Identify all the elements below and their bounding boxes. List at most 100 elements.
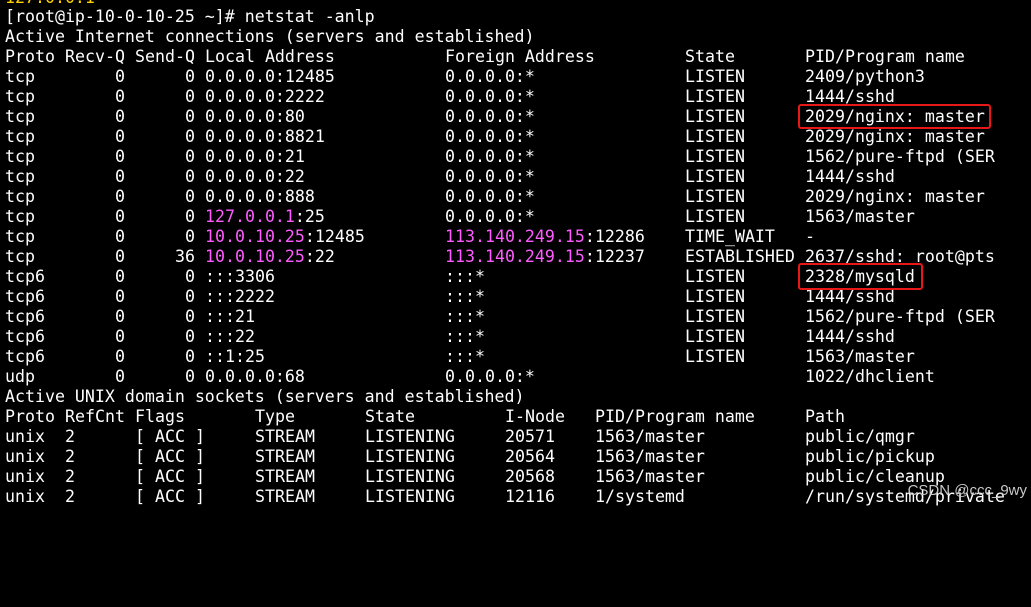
proto-cell: tcp [5, 207, 35, 226]
col-state-header: State [365, 407, 415, 426]
pid-program-cell: 1563/master [595, 467, 705, 486]
col-proto-header: Proto [5, 407, 55, 426]
refcnt-cell: 2 [65, 447, 75, 466]
table-row: tcp 0 0 0.0.0.0:888 0.0.0.0:* LISTEN 2029/ngin… [5, 187, 1025, 207]
address-port: :12237 [584, 247, 645, 266]
sendq-cell: 0 [185, 267, 195, 286]
proto-cell: tcp6 [5, 267, 45, 286]
address-port: ::1:25 [205, 347, 265, 366]
address-port: 0.0.0.0:* [445, 367, 535, 386]
proto-cell: unix [5, 427, 45, 446]
local-address-cell: 0.0.0.0:80 [205, 107, 305, 127]
foreign-address-cell: 0.0.0.0:* [445, 187, 535, 207]
local-address-cell: 127.0.0.1:25 [205, 207, 325, 227]
table-row: tcp 0 0 10.0.10.25:12485 113.140.249.15:1228… [5, 227, 1025, 247]
address-port: 0.0.0.0:* [445, 187, 535, 206]
local-address-cell: 0.0.0.0:21 [205, 147, 305, 167]
terminal-window[interactable]: 127.0.0.1 [root@ip-10-0-10-25 ~]# netsta… [0, 0, 1031, 506]
pid-program-cell: 1444/sshd [805, 327, 895, 346]
col-type-header: Type [255, 407, 295, 426]
foreign-address-cell: :::* [445, 287, 485, 307]
sendq-cell: 0 [185, 187, 195, 206]
refcnt-cell: 2 [65, 427, 75, 446]
local-address-cell: 0.0.0.0:2222 [205, 87, 325, 107]
local-address-cell: 10.0.10.25:12485 [205, 227, 365, 247]
pid-program-cell: 1563/master [805, 347, 915, 366]
proto-cell: unix [5, 447, 45, 466]
recvq-cell: 0 [115, 187, 125, 206]
recvq-cell: 0 [115, 227, 125, 246]
local-address-cell: :::2222 [205, 287, 275, 307]
state-cell: LISTEN [685, 127, 745, 146]
table-row: tcp6 0 0:::21:::* LISTEN 1562/pure-ftpd (SER [5, 307, 1025, 327]
address-port: 0.0.0.0:* [445, 207, 535, 226]
proto-cell: tcp6 [5, 327, 45, 346]
sendq-cell: 0 [185, 127, 195, 146]
pid-program-cell: 2029/nginx: master [805, 187, 985, 206]
pid-program-cell: 1563/master [805, 207, 915, 226]
inet-header-row: Proto Recv-Q Send-Q Local Address Foreig… [5, 47, 1025, 67]
state-cell: LISTEN [685, 107, 745, 126]
table-row: tcp6 0 0::1:25:::* LISTEN 1563/master [5, 347, 1025, 367]
recvq-cell: 0 [115, 327, 125, 346]
local-address-cell: 0.0.0.0:12485 [205, 67, 335, 87]
foreign-address-cell: 0.0.0.0:* [445, 67, 535, 87]
proto-cell: udp [5, 367, 35, 386]
pid-program-cell: 1022/dhclient [805, 367, 935, 386]
local-address-cell: 0.0.0.0:68 [205, 367, 305, 387]
proto-cell: tcp [5, 227, 35, 246]
inode-cell: 20571 [505, 427, 555, 446]
table-row: tcp 0 0 0.0.0.0:12485 0.0.0.0:* LISTEN 2409/py… [5, 67, 1025, 87]
foreign-address-cell: 113.140.249.15:12286 [445, 227, 645, 247]
local-address-cell: :::3306 [205, 267, 275, 287]
pid-program-cell: 1562/pure-ftpd (SER [805, 307, 995, 326]
table-row: tcp6 0 0:::2222:::* LISTEN 1444/sshd [5, 287, 1025, 307]
local-address-cell: 0.0.0.0:888 [205, 187, 315, 207]
address-port: 0.0.0.0:68 [205, 367, 305, 386]
address-port: 0.0.0.0:* [445, 147, 535, 166]
table-row: unix 2 [ ACC ] STREAM LISTENING 20568 1563/mas… [5, 467, 1025, 487]
recvq-cell: 0 [115, 247, 125, 266]
address-port: 0.0.0.0:12485 [205, 67, 335, 86]
proto-cell: tcp [5, 167, 35, 186]
proto-cell: tcp6 [5, 347, 45, 366]
table-row: tcp 0 0 0.0.0.0:21 0.0.0.0:* LISTEN 1562/pure-… [5, 147, 1025, 167]
sendq-cell: 0 [185, 67, 195, 86]
address-port: :::* [445, 307, 485, 326]
local-address-cell: :::21 [205, 307, 255, 327]
state-cell: LISTEN [685, 187, 745, 206]
state-cell: LISTEN [685, 87, 745, 106]
recvq-cell: 0 [115, 307, 125, 326]
address-port: :22 [304, 247, 335, 266]
foreign-address-cell: 0.0.0.0:* [445, 167, 535, 187]
sendq-cell: 36 [175, 247, 195, 266]
foreign-address-cell: 0.0.0.0:* [445, 87, 535, 107]
pid-program-cell: 1444/sshd [805, 287, 895, 306]
state-cell: LISTENING [365, 487, 455, 506]
foreign-address-cell: 0.0.0.0:* [445, 147, 535, 167]
col-pid-header: PID/Program name [595, 407, 755, 426]
table-row: unix 2 [ ACC ] STREAM LISTENING 20564 1563/mas… [5, 447, 1025, 467]
address-port: 0.0.0.0:8821 [205, 127, 325, 146]
pid-program-cell: 1562/pure-ftpd (SER [805, 147, 995, 166]
address-port: :12485 [304, 227, 365, 246]
ip-address: 10.0.10.25 [205, 247, 305, 266]
proto-cell: tcp [5, 87, 35, 106]
col-flags-header: Flags [135, 407, 185, 426]
col-local-header: Local Address [205, 47, 335, 66]
pid-program-cell: 2029/nginx: master [805, 127, 985, 146]
address-port: :12286 [584, 227, 645, 246]
state-cell: LISTEN [685, 347, 745, 366]
pid-program-cell: 1/systemd [595, 487, 685, 506]
sendq-cell: 0 [185, 87, 195, 106]
state-cell: LISTEN [685, 267, 745, 286]
ip-address: 113.140.249.15 [445, 227, 585, 246]
state-cell: LISTENING [365, 427, 455, 446]
address-port: 0.0.0.0:22 [205, 167, 305, 186]
state-cell: ESTABLISHED [685, 247, 795, 266]
sendq-cell: 0 [185, 347, 195, 366]
table-row: tcp6 0 0:::22:::* LISTEN 1444/sshd [5, 327, 1025, 347]
recvq-cell: 0 [115, 347, 125, 366]
inet-section-heading: Active Internet connections (servers and… [5, 27, 535, 46]
recvq-cell: 0 [115, 127, 125, 146]
